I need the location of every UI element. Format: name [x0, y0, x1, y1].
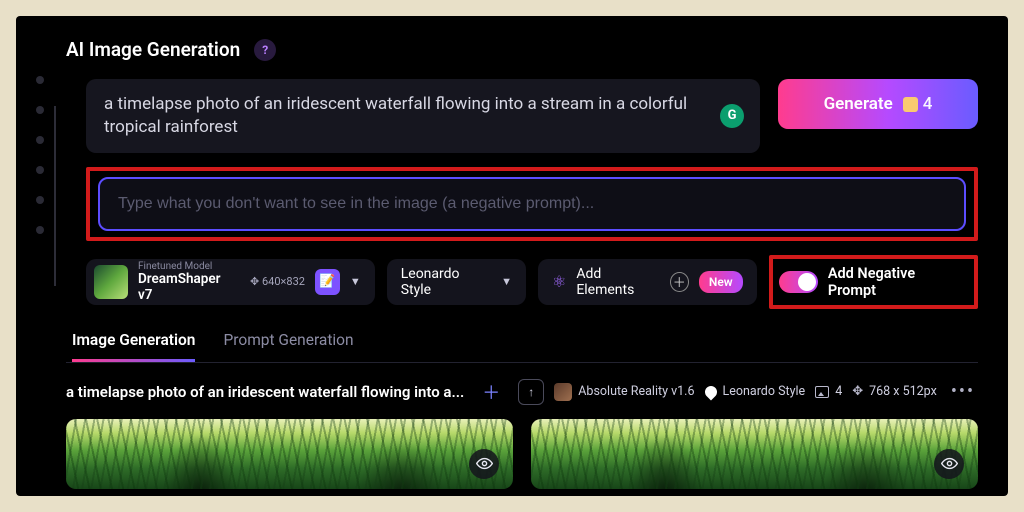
chevron-down-icon: ▼ [350, 275, 361, 288]
result-dimensions: ✥ 768 x 512px [852, 384, 937, 399]
image-icon [815, 386, 829, 398]
result-gallery [66, 419, 978, 489]
grammarly-icon[interactable]: G [720, 104, 744, 128]
style-selector[interactable]: Leonardo Style ▼ [387, 259, 526, 305]
tabs: Image Generation Prompt Generation [66, 331, 978, 363]
negative-toggle-highlight: Add Negative Prompt [769, 255, 978, 309]
chevron-down-icon: ▼ [501, 275, 512, 288]
model-selector[interactable]: Finetuned Model DreamShaper v7 ✥ 640×832… [86, 259, 375, 305]
negative-prompt-highlight [86, 167, 978, 241]
credit-icon [903, 97, 918, 112]
negative-prompt-input[interactable] [98, 177, 966, 231]
elements-label: Add Elements [576, 266, 659, 298]
style-label: Leonardo Style [401, 266, 491, 298]
model-thumbnail [94, 265, 128, 299]
expand-prompt-button[interactable]: ＋ [474, 379, 508, 405]
generate-label: Generate [824, 94, 893, 114]
negative-prompt-toggle[interactable]: Add Negative Prompt [779, 262, 964, 302]
sidebar-separator [54, 106, 56, 286]
help-icon[interactable]: ? [254, 39, 276, 61]
toggle-switch-on[interactable] [779, 271, 818, 293]
preview-button[interactable] [469, 449, 499, 479]
drop-icon [702, 383, 719, 400]
result-style: Leonardo Style [705, 384, 806, 399]
preview-button[interactable] [934, 449, 964, 479]
plus-icon: ＋ [670, 272, 689, 292]
generate-button[interactable]: Generate 4 [778, 79, 978, 129]
eye-icon [941, 455, 958, 472]
prompt-input[interactable]: a timelapse photo of an iridescent water… [86, 79, 760, 153]
generate-credits: 4 [903, 94, 933, 114]
note-icon: 📝 [315, 269, 340, 295]
eye-icon [476, 455, 493, 472]
tab-prompt-generation[interactable]: Prompt Generation [223, 331, 353, 362]
generated-image[interactable] [66, 419, 513, 489]
new-badge: New [699, 271, 743, 293]
result-prompt-title: a timelapse photo of an iridescent water… [66, 383, 464, 401]
model-name: DreamShaper v7 [138, 272, 234, 303]
page-title: AI Image Generation [66, 38, 240, 61]
result-model: Absolute Reality v1.6 [554, 383, 694, 401]
model-thumb-icon [554, 383, 572, 401]
prompt-text: a timelapse photo of an iridescent water… [104, 94, 687, 137]
tab-image-generation[interactable]: Image Generation [72, 331, 195, 362]
sidebar-indicators [36, 76, 44, 234]
toggle-label: Add Negative Prompt [828, 265, 964, 299]
more-button[interactable]: ••• [951, 381, 975, 402]
result-count: 4 [815, 384, 842, 399]
atom-icon: ⚛ [552, 272, 566, 291]
dimensions-icon: ✥ [852, 384, 863, 399]
generated-image[interactable] [531, 419, 978, 489]
add-elements-button[interactable]: ⚛ Add Elements ＋ New [538, 259, 757, 305]
model-dimensions: ✥ 640×832 [250, 275, 305, 288]
upload-button[interactable]: ↑ [518, 379, 544, 405]
